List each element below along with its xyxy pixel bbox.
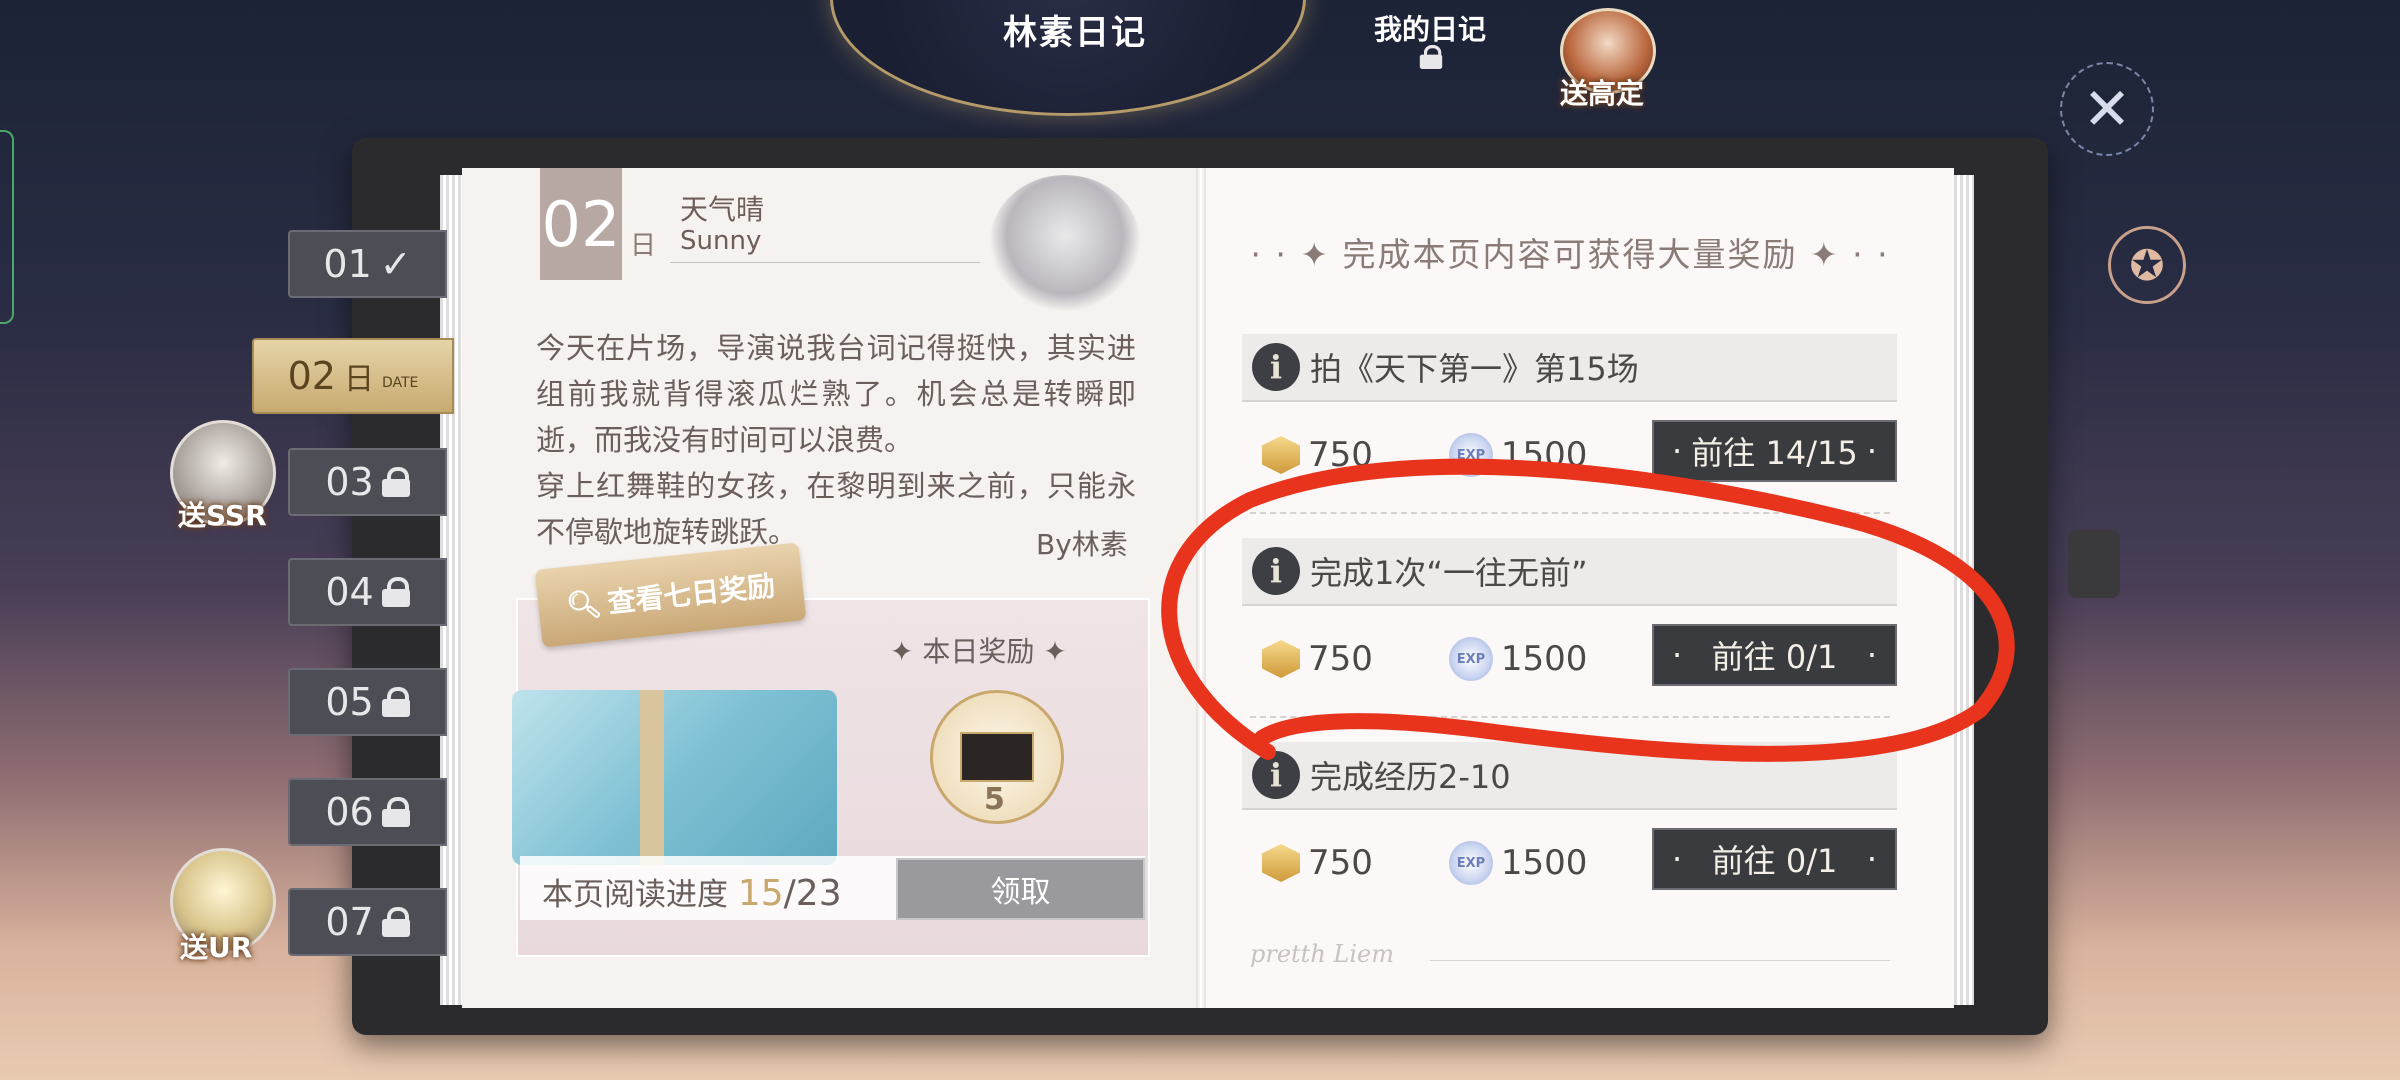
info-icon[interactable]: i xyxy=(1252,343,1300,391)
diary-signature: By林素 xyxy=(1036,528,1128,561)
task-title: 完成1次“一往无前” xyxy=(1310,554,1588,592)
today-reward-label: ✦ 本日奖励 ✦ xyxy=(890,635,1067,668)
exp-icon: EXP xyxy=(1448,637,1493,681)
sparkle-icon: ✦ xyxy=(890,635,923,668)
close-button[interactable]: ✕ xyxy=(2060,62,2154,156)
task-divider xyxy=(1250,716,1890,718)
tab-number: 07 xyxy=(325,900,374,944)
ur-gift-label: 送UR xyxy=(180,931,253,964)
go-button[interactable]: · 前往 14/15 · xyxy=(1652,420,1897,482)
exp-amount: 1500 xyxy=(1500,639,1588,679)
task-row: i 拍《天下第一》第15场 xyxy=(1242,334,1897,402)
progress-current: 15 xyxy=(737,873,784,914)
dot-icon: · xyxy=(1672,840,1683,878)
dot-icon: · xyxy=(1672,636,1683,674)
coin-amount: 750 xyxy=(1308,843,1373,883)
tab-date-label: DATE xyxy=(381,375,419,391)
dot-icon: · xyxy=(1672,432,1683,470)
day-number: 02 xyxy=(540,168,622,280)
seven-day-rewards-label: 查看七日奖励 xyxy=(606,569,777,620)
check-icon: ✓ xyxy=(379,242,412,286)
tab-day-06[interactable]: 06 xyxy=(288,778,447,846)
progress-label: 本页阅读进度 xyxy=(542,877,728,913)
tab-day-07[interactable]: 07 xyxy=(288,888,447,956)
lock-icon xyxy=(381,577,410,607)
progress-total: /23 xyxy=(783,873,842,914)
rewards-header-text: 完成本页内容可获得大量奖励 xyxy=(1342,235,1798,274)
my-diary-lock-icon xyxy=(1417,42,1443,69)
search-icon: 🔍︎ xyxy=(564,585,604,623)
coin-amount: 750 xyxy=(1308,435,1373,475)
exp-icon: EXP xyxy=(1448,433,1493,477)
dot-icon: · xyxy=(1866,840,1877,878)
tab-day-05[interactable]: 05 xyxy=(288,668,447,736)
reading-progress: 本页阅读进度 15/23 xyxy=(542,869,842,914)
coin-icon xyxy=(1262,436,1300,474)
coin-amount: 750 xyxy=(1308,639,1373,679)
close-icon: ✕ xyxy=(2082,75,2132,143)
go-button[interactable]: · 前往 0/1 · xyxy=(1652,828,1897,890)
sparkle-icon: · · ✦ xyxy=(1250,235,1343,274)
coin-icon xyxy=(1262,640,1300,678)
exp-icon: EXP xyxy=(1448,841,1493,885)
weather-cn: 天气晴 xyxy=(680,193,765,226)
task-title: 完成经历2-10 xyxy=(1310,758,1511,796)
page-signature: pretth Liem xyxy=(1250,940,1394,968)
go-button-label: 前往 0/1 xyxy=(1711,638,1838,676)
claim-button[interactable]: 领取 xyxy=(896,858,1145,920)
left-edge-indicator xyxy=(0,130,14,324)
go-button-label: 前往 14/15 xyxy=(1691,434,1858,472)
weather-en: Sunny xyxy=(680,226,762,256)
lock-icon xyxy=(381,687,410,717)
sparkle-icon: ✦ xyxy=(1034,635,1067,668)
book-spine xyxy=(1196,168,1206,1008)
tab-number: 06 xyxy=(325,790,374,834)
rewards-header: · · ✦ 完成本页内容可获得大量奖励 ✦ · · xyxy=(1240,228,1900,276)
info-icon[interactable]: i xyxy=(1252,751,1300,799)
gift-box-image xyxy=(512,690,837,865)
weather-divider xyxy=(670,262,980,263)
gift-ribbon xyxy=(640,690,664,865)
book-strap xyxy=(2068,530,2120,598)
go-button[interactable]: · 前往 0/1 · xyxy=(1652,624,1897,686)
tab-number: 04 xyxy=(325,570,374,614)
diary-text: 今天在片场，导演说我台词记得挺快，其实进组前我就背得滚瓜烂熟了。机会总是转瞬即逝… xyxy=(536,331,1136,549)
lock-icon xyxy=(381,907,410,937)
dot-icon: · xyxy=(1866,432,1877,470)
tab-day-04[interactable]: 04 xyxy=(288,558,447,626)
ssr-gift-label: 送SSR xyxy=(178,499,267,532)
tab-day-01[interactable]: 01 ✓ xyxy=(288,230,447,298)
tab-number: 05 xyxy=(325,680,374,724)
lock-icon xyxy=(381,797,410,827)
character-portrait xyxy=(990,175,1140,310)
signature-line xyxy=(1430,960,1890,961)
tab-number: 02 xyxy=(287,354,336,398)
lock-icon xyxy=(381,467,410,497)
tab-day-02[interactable]: 02 日 DATE xyxy=(252,338,454,414)
go-button-label: 前往 0/1 xyxy=(1711,842,1838,880)
exp-amount: 1500 xyxy=(1500,435,1588,475)
today-reward-count: 5 xyxy=(984,782,1005,817)
dot-icon: · xyxy=(1866,636,1877,674)
task-row: i 完成经历2-10 xyxy=(1242,742,1897,810)
coin-icon xyxy=(1262,844,1300,882)
claim-label: 领取 xyxy=(990,875,1051,910)
task-row: i 完成1次“一往无前” xyxy=(1242,538,1897,606)
record-item-icon xyxy=(960,732,1034,782)
info-icon[interactable]: i xyxy=(1252,547,1300,595)
tab-day-03[interactable]: 03 xyxy=(288,448,447,516)
star-emblem-icon: ✪ xyxy=(2108,226,2186,304)
tab-number: 03 xyxy=(325,460,374,504)
sparkle-icon: ✦ · · xyxy=(1797,235,1890,274)
tab-day-unit: 日 xyxy=(343,362,374,397)
exp-amount: 1500 xyxy=(1500,843,1588,883)
diary-title: 林素日记 xyxy=(1003,13,1147,53)
task-title: 拍《天下第一》第15场 xyxy=(1310,350,1639,388)
task-divider xyxy=(1250,512,1890,514)
tab-number: 01 xyxy=(323,242,372,286)
gift-outfit-label: 送高定 xyxy=(1560,77,1645,110)
day-unit: 日 xyxy=(630,231,657,261)
